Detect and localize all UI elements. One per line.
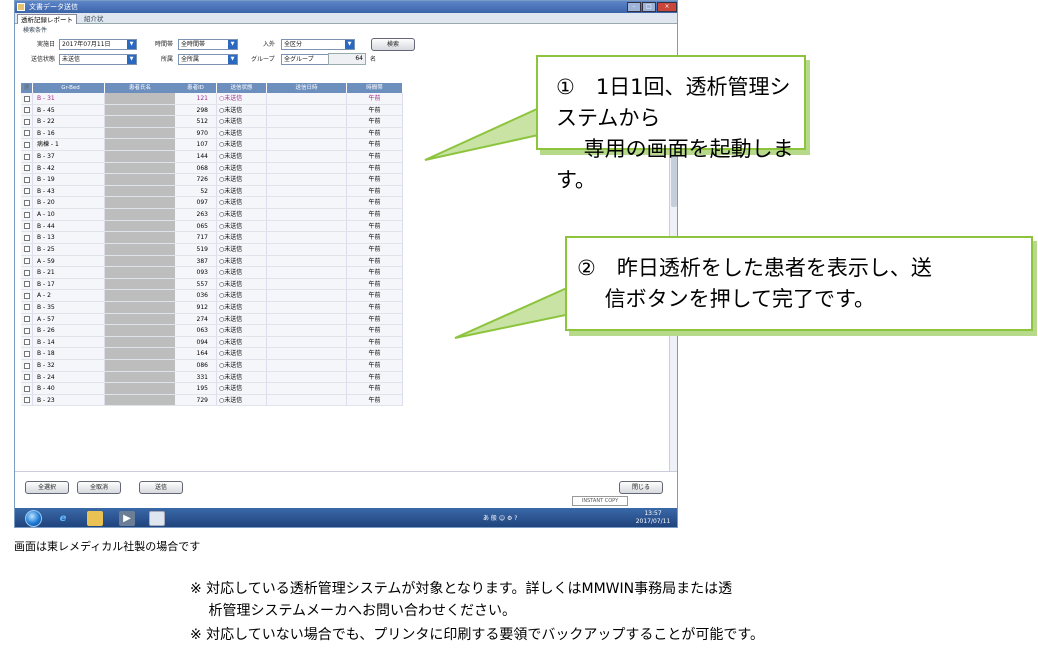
callout-step-2-text: ② 昨日透析をした患者を表示し、送 信ボタンを押して完了です。 xyxy=(577,253,932,315)
callout-step-1-text: ① 1日1回、透析管理システムから 専用の画面を起動します。 xyxy=(556,72,804,196)
note-supported-systems: ※ 対応している透析管理システムが対象となります。詳しくはMMWIN事務局または… xyxy=(190,578,732,622)
callout-step-2-line2: 信ボタンを押して完了です。 xyxy=(577,287,875,311)
note-backup: ※ 対応していない場合でも、プリンタに印刷する要領でバックアップすることが可能で… xyxy=(190,627,764,643)
note-1-line2: 析管理システムメーカへお問い合わせください。 xyxy=(190,603,517,619)
callout-pointers xyxy=(424,102,582,339)
callout-pointer-1 xyxy=(424,102,554,161)
callout-step-1: ① 1日1回、透析管理システムから 専用の画面を起動します。 xyxy=(536,55,806,192)
callout-step-2: ② 昨日透析をした患者を表示し、送 信ボタンを押して完了です。 xyxy=(565,236,1033,331)
page: 文書データ送信 – □ × 透析記録レポート 紹介状 検索条件 実施日 2017… xyxy=(0,0,1038,670)
callout-step-1-line2: 専用の画面を起動します。 xyxy=(556,137,794,192)
screenshot-caption: 画面は東レメディカル社製の場合です xyxy=(14,540,201,553)
callout-pointer-2 xyxy=(454,282,582,339)
callout-step-1-line1: ① 1日1回、透析管理システムから xyxy=(556,75,791,130)
note-1-line1: ※ 対応している透析管理システムが対象となります。詳しくはMMWIN事務局または… xyxy=(190,581,733,597)
callout-step-2-line1: ② 昨日透析をした患者を表示し、送 xyxy=(577,256,932,280)
